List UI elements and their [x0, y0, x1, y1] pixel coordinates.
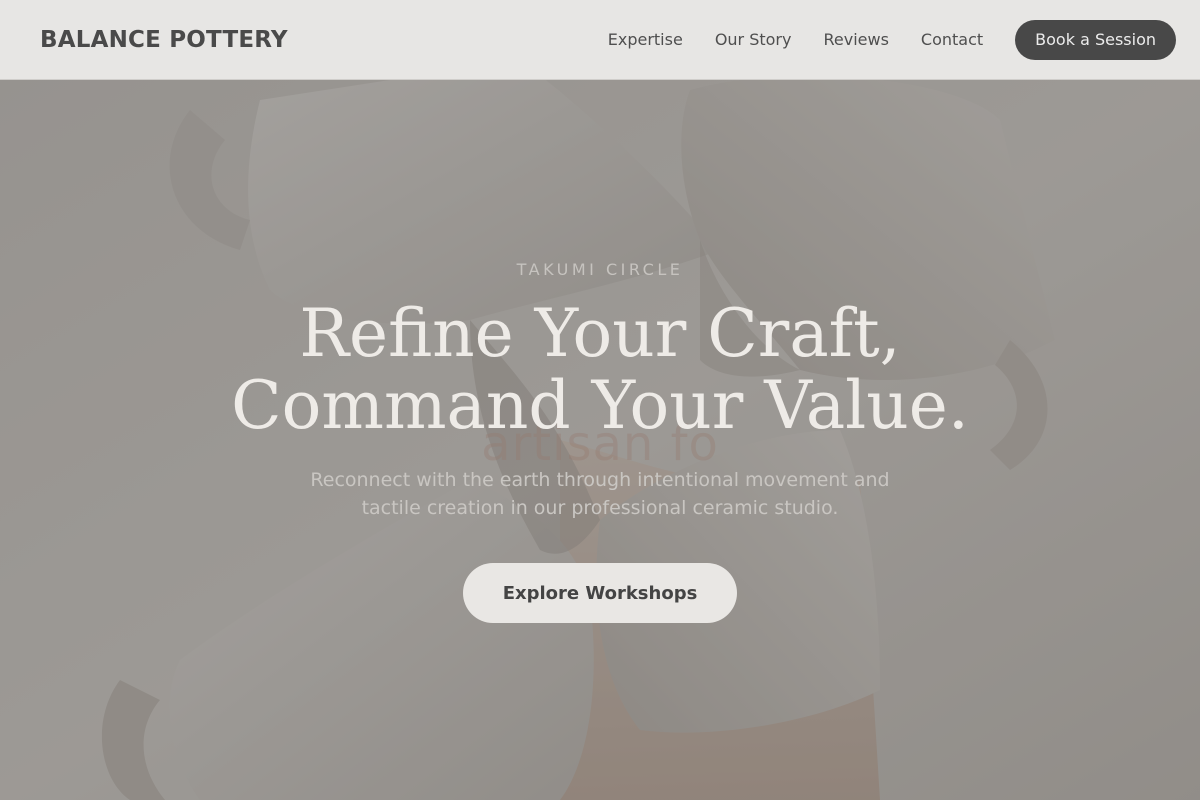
- hero-headline-line-2: Command Your Value.: [231, 367, 969, 444]
- hero-headline: Refine Your Craft, Command Your Value.: [0, 298, 1200, 442]
- main-nav: Expertise Our Story Reviews Contact Book…: [608, 20, 1176, 60]
- hero-section: artisan fo TAKUMI CIRCLE Refine Your Cra…: [0, 80, 1200, 800]
- nav-link-expertise[interactable]: Expertise: [608, 20, 683, 60]
- hero-subtext: Reconnect with the earth through intenti…: [310, 469, 890, 519]
- hero-headline-line-1: Refine Your Craft,: [299, 295, 901, 372]
- brand-logo[interactable]: BALANCE POTTERY: [40, 24, 288, 56]
- explore-workshops-button[interactable]: Explore Workshops: [463, 563, 737, 623]
- book-session-button[interactable]: Book a Session: [1015, 20, 1176, 60]
- page: BALANCE POTTERY Expertise Our Story Revi…: [0, 0, 1200, 800]
- hero-eyebrow: TAKUMI CIRCLE: [516, 260, 684, 279]
- nav-link-our-story[interactable]: Our Story: [715, 20, 792, 60]
- site-header: BALANCE POTTERY Expertise Our Story Revi…: [0, 0, 1200, 80]
- nav-link-contact[interactable]: Contact: [921, 20, 983, 60]
- nav-link-reviews[interactable]: Reviews: [823, 20, 888, 60]
